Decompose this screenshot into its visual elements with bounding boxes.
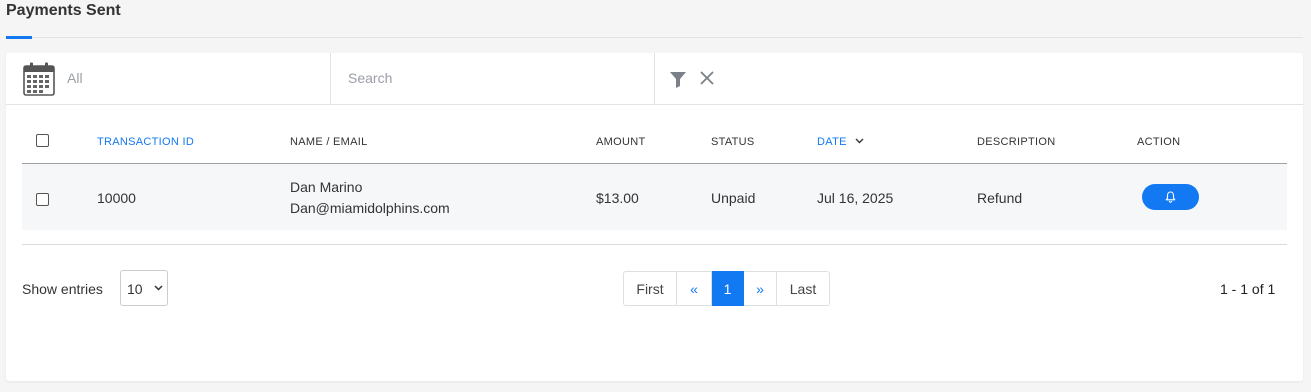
filter-icon[interactable]: [669, 71, 687, 88]
page-last-button[interactable]: Last: [777, 271, 830, 306]
chevron-down-icon: [855, 138, 864, 144]
row-checkbox[interactable]: [36, 193, 49, 206]
calendar-icon[interactable]: [23, 62, 55, 96]
date-filter[interactable]: All: [6, 53, 331, 104]
cell-transaction-id: 10000: [97, 190, 136, 206]
cell-amount: $13.00: [596, 190, 639, 206]
payments-table: TRANSACTION ID NAME / EMAIL AMOUNT STATU…: [22, 126, 1287, 230]
column-description: DESCRIPTION: [977, 136, 1056, 148]
select-all-checkbox[interactable]: [36, 134, 49, 147]
table-bottom-divider: [22, 244, 1287, 245]
filter-actions: [655, 53, 955, 104]
send-reminder-button[interactable]: [1142, 184, 1199, 210]
column-transaction-id[interactable]: TRANSACTION ID: [97, 136, 194, 148]
page-first-button[interactable]: First: [623, 271, 677, 306]
column-name-email: NAME / EMAIL: [290, 136, 368, 148]
column-status: STATUS: [711, 136, 755, 148]
pagination: First « 1 » Last: [623, 271, 830, 306]
cell-date: Jul 16, 2025: [817, 190, 894, 206]
column-amount: AMOUNT: [596, 136, 646, 148]
show-entries-label: Show entries: [22, 281, 103, 297]
table-header: TRANSACTION ID NAME / EMAIL AMOUNT STATU…: [22, 126, 1287, 164]
entries-select-value: 10: [127, 281, 143, 297]
search-cell: [331, 53, 655, 104]
cell-name: Dan Marino: [290, 179, 363, 195]
cell-email: Dan@miamidolphins.com: [290, 200, 450, 216]
search-input[interactable]: [348, 67, 638, 89]
title-tab-indicator: [6, 36, 32, 39]
column-date-label: DATE: [817, 136, 847, 148]
page-current-button[interactable]: 1: [712, 271, 744, 306]
page-title: Payments Sent: [6, 2, 121, 19]
page-next-button[interactable]: »: [744, 271, 777, 306]
bell-icon: [1165, 191, 1176, 203]
table-row: 10000 Dan Marino Dan@miamidolphins.com $…: [22, 164, 1287, 230]
payments-card: All TRANSACTION ID NAME / EMAIL AMOUNT S…: [6, 53, 1303, 381]
cell-status: Unpaid: [711, 190, 756, 206]
date-filter-value: All: [67, 70, 83, 86]
entries-select[interactable]: 10: [120, 270, 168, 306]
chevron-down-icon: [154, 285, 163, 291]
cell-description: Refund: [977, 190, 1023, 206]
column-date[interactable]: DATE: [817, 136, 864, 148]
page-prev-button[interactable]: «: [677, 271, 712, 306]
column-action: ACTION: [1137, 136, 1181, 148]
filter-bar: All: [6, 53, 1303, 105]
close-icon[interactable]: [700, 71, 714, 85]
title-divider: [32, 37, 1303, 38]
pagination-range: 1 - 1 of 1: [1220, 281, 1276, 297]
